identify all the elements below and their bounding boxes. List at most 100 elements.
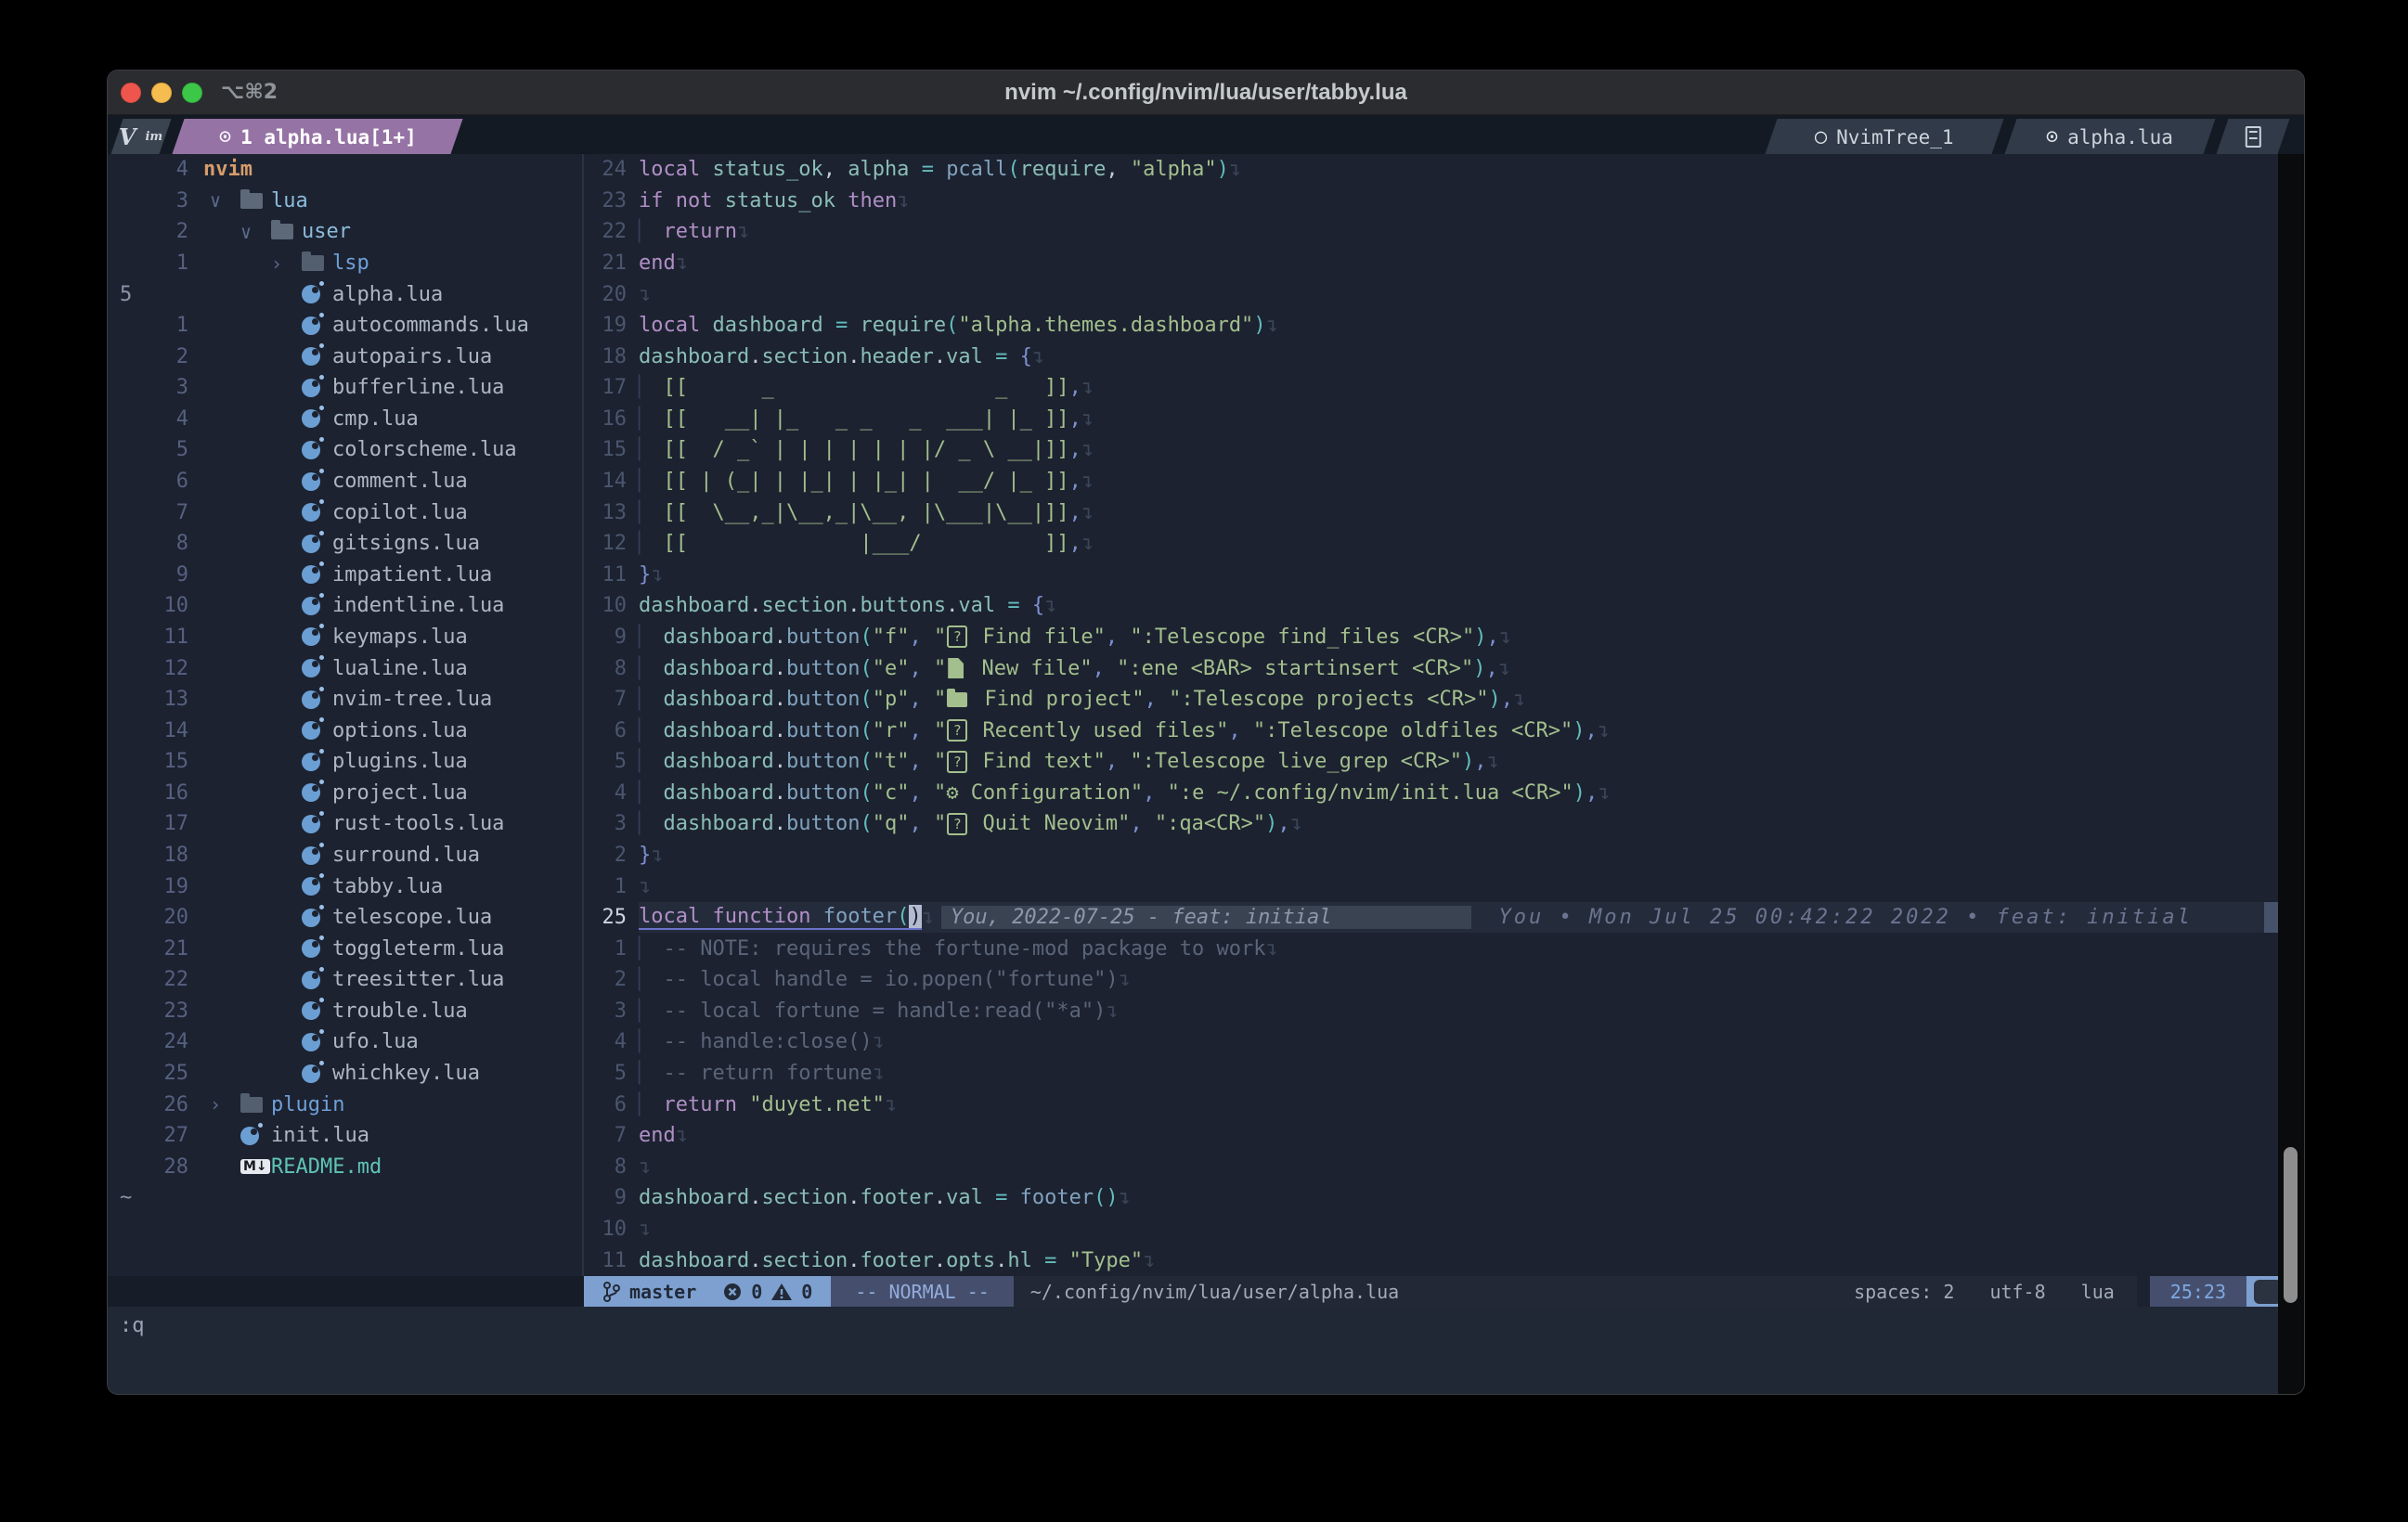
line-number: 9: [584, 1186, 627, 1209]
code-line[interactable]: 3▏ -- local fortune = handle:read("*a")↴: [584, 996, 2279, 1027]
tree-row-toggleterm.lua[interactable]: 21toggleterm.lua: [108, 933, 582, 964]
tree-row-whichkey.lua[interactable]: 25whichkey.lua: [108, 1058, 582, 1090]
tree-row-nvim-tree.lua[interactable]: 13nvim-tree.lua: [108, 684, 582, 716]
tree-row-gitsigns.lua[interactable]: 8gitsigns.lua: [108, 528, 582, 560]
code-line[interactable]: 15▏ [[ / _` | | | | | | |/ _ \ __|]],↴: [584, 434, 2279, 466]
code-line[interactable]: 19local dashboard = require("alpha.theme…: [584, 310, 2279, 342]
tree-row-lualine.lua[interactable]: 12lualine.lua: [108, 652, 582, 684]
code-line[interactable]: 11dashboard.section.footer.opts.hl = "Ty…: [584, 1245, 2279, 1276]
scrollbar-thumb[interactable]: [2284, 1147, 2298, 1303]
code-line[interactable]: 2▏ -- local handle = io.popen("fortune")…: [584, 964, 2279, 996]
lua-file-icon: [302, 565, 332, 584]
code-line-current[interactable]: 25▷local function footer()↴You, 2022-07-…: [584, 902, 2279, 934]
tree-row-ufo.lua[interactable]: 24ufo.lua: [108, 1026, 582, 1058]
code-line[interactable]: 18dashboard.section.header.val = {↴: [584, 341, 2279, 372]
chevron-down-icon[interactable]: ∨: [210, 189, 240, 212]
text: ,: [823, 158, 848, 181]
code-line[interactable]: 24local status_ok, alpha = pcall(require…: [584, 154, 2279, 186]
code-line[interactable]: 10↴: [584, 1214, 2279, 1245]
code-line[interactable]: 11}↴: [584, 560, 2279, 591]
code-line[interactable]: 21end↴: [584, 248, 2279, 279]
tree-row-impatient.lua[interactable]: 9impatient.lua: [108, 560, 582, 591]
code-line[interactable]: 6▏ return "duyet.net"↴: [584, 1089, 2279, 1120]
tree-row-autocommands.lua[interactable]: 1autocommands.lua: [108, 310, 582, 342]
tab-list-button[interactable]: [2216, 119, 2289, 154]
tree-row-trouble.lua[interactable]: 23trouble.lua: [108, 996, 582, 1027]
tree-row-alpha.lua[interactable]: 5alpha.lua: [108, 278, 582, 310]
code-line[interactable]: 6▏ dashboard.button("r", "? Recently use…: [584, 715, 2279, 746]
indent-guide: ▏: [639, 688, 651, 711]
tree-row-colorscheme.lua[interactable]: 5colorscheme.lua: [108, 434, 582, 466]
punctuation: ,: [1586, 781, 1598, 805]
tree-row-cmp.lua[interactable]: 4cmp.lua: [108, 404, 582, 435]
code-line[interactable]: 22▏ return↴: [584, 216, 2279, 248]
code-line[interactable]: 20↴: [584, 278, 2279, 310]
tree-row-nvim[interactable]: 4nvim: [108, 154, 582, 186]
text: .: [749, 1249, 761, 1272]
text: [1020, 594, 1032, 617]
code-line[interactable]: 16▏ [[ __| |_ _ _ _ ___| |_ ]],↴: [584, 404, 2279, 435]
code-line[interactable]: 17▏ [[ _ _ ]],↴: [584, 372, 2279, 404]
tab-active-alpha-lua[interactable]: ⊙1 alpha.lua[1+]: [172, 119, 462, 154]
tab-alpha-lua[interactable]: ⊙alpha.lua: [2004, 119, 2215, 154]
code-line[interactable]: 9▏ dashboard.button("f", "? Find file", …: [584, 622, 2279, 653]
code-line[interactable]: 10dashboard.section.buttons.val = {↴: [584, 590, 2279, 622]
tree-row-autopairs.lua[interactable]: 2autopairs.lua: [108, 341, 582, 372]
warning-count: 0: [801, 1281, 812, 1303]
tree-row-options.lua[interactable]: 14options.lua: [108, 715, 582, 746]
code-line[interactable]: 4▏ dashboard.button("c", "⚙ Configuratio…: [584, 778, 2279, 809]
tree-row-telescope.lua[interactable]: 20telescope.lua: [108, 902, 582, 934]
code-line[interactable]: 2}↴: [584, 840, 2279, 871]
tree-row-rust-tools.lua[interactable]: 17rust-tools.lua: [108, 808, 582, 840]
code-line[interactable]: 7▏ dashboard.button("p", " Find project"…: [584, 684, 2279, 716]
operator: (: [860, 812, 872, 835]
tree-row-bufferline.lua[interactable]: 3bufferline.lua: [108, 372, 582, 404]
code-line[interactable]: 1▏ -- NOTE: requires the fortune-mod pac…: [584, 933, 2279, 964]
code-line[interactable]: 5▏ dashboard.button("t", "? Find text", …: [584, 746, 2279, 778]
code-line[interactable]: 7end↴: [584, 1120, 2279, 1152]
code-line[interactable]: 3▏ dashboard.button("q", "? Quit Neovim"…: [584, 808, 2279, 840]
code-line[interactable]: 8▏ dashboard.button("e", " New file", ":…: [584, 652, 2279, 684]
code-line[interactable]: 12▏ [[ |___/ ]],↴: [584, 528, 2279, 560]
code-line[interactable]: 13▏ [[ \__,_|\__,_|\__, |\___|\__|]],↴: [584, 497, 2279, 528]
lua-file-icon: [302, 690, 332, 709]
tree-row-indentline.lua[interactable]: 10indentline.lua: [108, 590, 582, 622]
code-line[interactable]: 4▏ -- handle:close()↴: [584, 1026, 2279, 1058]
code-line[interactable]: 1↴: [584, 871, 2279, 902]
tree-line-number: 3: [108, 376, 188, 399]
tree-label: trouble.lua: [332, 1000, 468, 1023]
tree-line-number: 2: [108, 220, 188, 243]
code-line[interactable]: 9dashboard.section.footer.val = footer()…: [584, 1182, 2279, 1214]
chevron-down-icon[interactable]: ∨: [240, 221, 271, 243]
file-tree-panel[interactable]: 4nvim3∨lua2∨user1›lsp5alpha.lua1autocomm…: [108, 154, 582, 1276]
tree-row-plugin[interactable]: 26›plugin: [108, 1089, 582, 1120]
tree-row-project.lua[interactable]: 16project.lua: [108, 778, 582, 809]
scrollbar-track[interactable]: [2278, 154, 2304, 1395]
chevron-right-icon[interactable]: ›: [271, 252, 302, 275]
tree-row-comment.lua[interactable]: 6comment.lua: [108, 466, 582, 497]
tree-row-plugins.lua[interactable]: 15plugins.lua: [108, 746, 582, 778]
tree-row-treesitter.lua[interactable]: 22treesitter.lua: [108, 964, 582, 996]
code-line[interactable]: 23if not status_ok then↴: [584, 186, 2279, 217]
code-line[interactable]: 8↴: [584, 1152, 2279, 1183]
tree-row-user[interactable]: 2∨user: [108, 216, 582, 248]
code-line[interactable]: 14▏ [[ | (_| | |_| | |_| | __/ |_ ]],↴: [584, 466, 2279, 497]
tree-row-keymaps.lua[interactable]: 11keymaps.lua: [108, 622, 582, 653]
chevron-right-icon[interactable]: ›: [210, 1093, 240, 1116]
tree-row-README.md[interactable]: 28M↓README.md: [108, 1152, 582, 1183]
tree-row-lua[interactable]: 3∨lua: [108, 186, 582, 217]
tree-line-number: 11: [108, 626, 188, 649]
tab-nvimtree[interactable]: ○NvimTree_1: [1765, 119, 2003, 154]
tree-row-init.lua[interactable]: 27init.lua: [108, 1120, 582, 1152]
text: [651, 532, 663, 555]
tree-row-surround.lua[interactable]: 18surround.lua: [108, 840, 582, 871]
line-number: 1: [584, 875, 627, 898]
tree-row-lsp[interactable]: 1›lsp: [108, 248, 582, 279]
editor-panel[interactable]: 24local status_ok, alpha = pcall(require…: [584, 154, 2279, 1276]
tree-label: copilot.lua: [332, 501, 468, 524]
command-line[interactable]: :q: [108, 1307, 2304, 1395]
code-line[interactable]: 5▏ -- return fortune↴: [584, 1058, 2279, 1090]
indent-guide: ▏: [639, 968, 651, 991]
tree-row-copilot.lua[interactable]: 7copilot.lua: [108, 497, 582, 528]
tree-row-tabby.lua[interactable]: 19tabby.lua: [108, 871, 582, 902]
